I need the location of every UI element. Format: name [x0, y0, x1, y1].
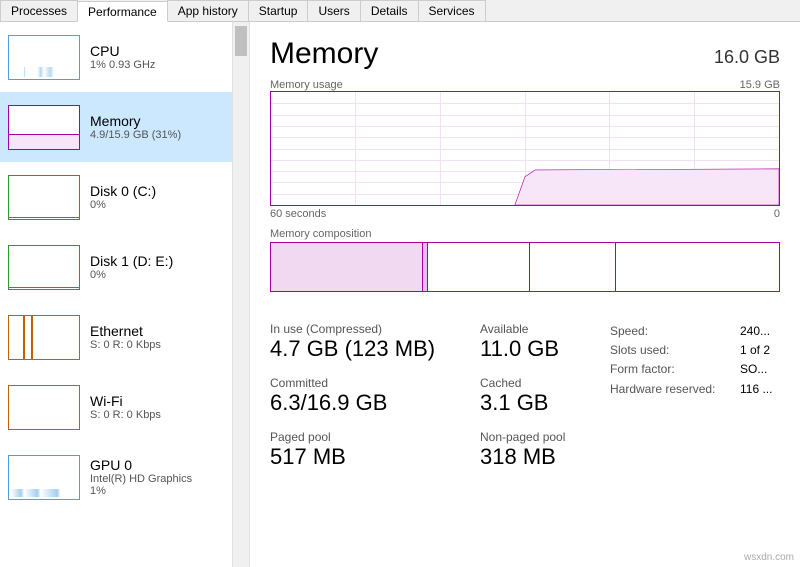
sidebar-item-sub: S: 0 R: 0 Kbps — [90, 339, 224, 351]
stat-paged-label: Paged pool — [270, 430, 460, 444]
tab-performance[interactable]: Performance — [77, 1, 168, 22]
tab-processes[interactable]: Processes — [0, 0, 78, 21]
sidebar-item-label: Ethernet — [90, 323, 224, 339]
sidebar-item-label: CPU — [90, 43, 224, 59]
sidebar-item-label: Disk 1 (D: E:) — [90, 253, 224, 269]
stat-committed-value: 6.3/16.9 GB — [270, 390, 460, 416]
kv-speed-key: Speed: — [610, 322, 740, 341]
kv-form-key: Form factor: — [610, 360, 740, 379]
kv-hw-val: 116 ... — [740, 380, 772, 399]
ethernet-thumbnail-icon — [8, 315, 80, 360]
memory-total: 16.0 GB — [714, 47, 780, 68]
sidebar-item-sub: 0% — [90, 199, 224, 211]
kv-slots-key: Slots used: — [610, 341, 740, 360]
tab-users[interactable]: Users — [307, 0, 360, 21]
sidebar-item-sub: Intel(R) HD Graphics — [90, 473, 224, 485]
xaxis-right: 0 — [774, 208, 780, 220]
stat-paged-value: 517 MB — [270, 444, 460, 470]
memory-thumbnail-icon — [8, 105, 80, 150]
tab-details[interactable]: Details — [360, 0, 419, 21]
sidebar-item-label: Memory — [90, 113, 224, 129]
sidebar-item-disk0[interactable]: Disk 0 (C:) 0% — [0, 162, 232, 232]
stat-committed-label: Committed — [270, 376, 460, 390]
kv-speed-val: 240... — [740, 322, 770, 341]
stat-in-use-label: In use (Compressed) — [270, 322, 460, 336]
memory-usage-chart — [270, 91, 780, 206]
sidebar-item-sub: S: 0 R: 0 Kbps — [90, 409, 224, 421]
sidebar-item-disk1[interactable]: Disk 1 (D: E:) 0% — [0, 232, 232, 302]
sidebar-item-sub2: 1% — [90, 485, 224, 497]
sidebar: CPU 1% 0.93 GHz Memory 4.9/15.9 GB (31%)… — [0, 22, 250, 567]
main-panel: Memory 16.0 GB Memory usage 15.9 GB 60 s… — [250, 22, 800, 567]
gpu-thumbnail-icon — [8, 455, 80, 500]
page-title: Memory — [270, 37, 378, 71]
stat-nonpaged-value: 318 MB — [480, 444, 590, 470]
disk-thumbnail-icon — [8, 245, 80, 290]
composition-label: Memory composition — [270, 228, 371, 240]
stat-available-label: Available — [480, 322, 590, 336]
stat-nonpaged-label: Non-paged pool — [480, 430, 590, 444]
sidebar-item-sub: 0% — [90, 269, 224, 281]
sidebar-item-gpu0[interactable]: GPU 0 Intel(R) HD Graphics 1% — [0, 442, 232, 512]
sidebar-scrollbar[interactable] — [232, 22, 249, 567]
xaxis-left: 60 seconds — [270, 208, 326, 220]
tab-bar: Processes Performance App history Startu… — [0, 0, 800, 22]
chart-usage-label: Memory usage — [270, 79, 343, 91]
chart-usage-max: 15.9 GB — [740, 79, 780, 91]
watermark: wsxdn.com — [744, 552, 794, 563]
memory-composition-chart — [270, 242, 780, 292]
kv-slots-val: 1 of 2 — [740, 341, 770, 360]
sidebar-item-cpu[interactable]: CPU 1% 0.93 GHz — [0, 22, 232, 92]
sidebar-item-sub: 4.9/15.9 GB (31%) — [90, 129, 224, 141]
kv-hw-key: Hardware reserved: — [610, 380, 740, 399]
kv-form-val: SO... — [740, 360, 767, 379]
tab-services[interactable]: Services — [418, 0, 486, 21]
sidebar-item-label: Disk 0 (C:) — [90, 183, 224, 199]
sidebar-item-memory[interactable]: Memory 4.9/15.9 GB (31%) — [0, 92, 232, 162]
sidebar-item-wifi[interactable]: Wi-Fi S: 0 R: 0 Kbps — [0, 372, 232, 442]
cpu-thumbnail-icon — [8, 35, 80, 80]
sidebar-item-label: GPU 0 — [90, 457, 224, 473]
stat-cached-value: 3.1 GB — [480, 390, 590, 416]
wifi-thumbnail-icon — [8, 385, 80, 430]
sidebar-item-sub: 1% 0.93 GHz — [90, 59, 224, 71]
stat-in-use-value: 4.7 GB (123 MB) — [270, 336, 460, 362]
tab-startup[interactable]: Startup — [248, 0, 309, 21]
disk-thumbnail-icon — [8, 175, 80, 220]
scroll-thumb[interactable] — [235, 26, 247, 56]
stat-cached-label: Cached — [480, 376, 590, 390]
sidebar-item-label: Wi-Fi — [90, 393, 224, 409]
tab-app-history[interactable]: App history — [167, 0, 249, 21]
sidebar-item-ethernet[interactable]: Ethernet S: 0 R: 0 Kbps — [0, 302, 232, 372]
stat-available-value: 11.0 GB — [480, 336, 590, 362]
